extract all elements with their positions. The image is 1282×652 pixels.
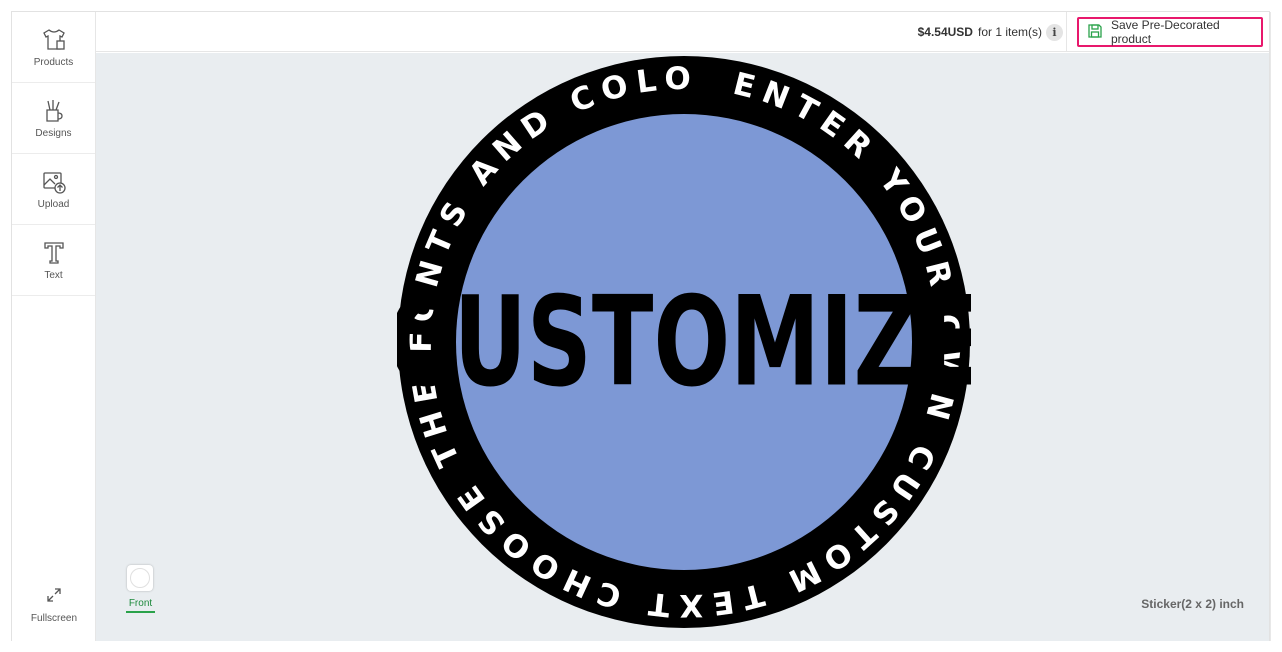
tshirt-icon: [41, 27, 67, 53]
front-view-tab[interactable]: Front: [126, 598, 155, 613]
save-button-label: Save Pre-Decorated product: [1111, 18, 1220, 46]
fullscreen-label: Fullscreen: [30, 613, 78, 624]
scrollbar[interactable]: [1270, 12, 1280, 641]
sidebar-item-upload[interactable]: Upload: [12, 154, 95, 225]
product-size-label: Sticker(2 x 2) inch: [1141, 597, 1244, 611]
info-icon[interactable]: i: [1046, 23, 1063, 41]
sidebar-item-label: Upload: [37, 198, 70, 210]
price-quantity: for 1 item(s): [977, 25, 1042, 39]
image-upload-icon: [41, 169, 67, 195]
mug-brushes-icon: [41, 98, 67, 124]
save-icon: [1087, 23, 1103, 42]
sidebar-item-label: Text: [44, 269, 63, 281]
price-summary: $4.54USD for 1 item(s) i: [918, 12, 1063, 52]
sidebar-item-text[interactable]: Text: [12, 225, 95, 296]
fullscreen-button[interactable]: Fullscreen: [12, 581, 96, 631]
front-view-thumbnail[interactable]: [127, 565, 153, 591]
sidebar-item-label: Products: [33, 56, 74, 68]
topbar-divider: [1066, 12, 1067, 52]
price-amount: $4.54USD: [917, 25, 973, 39]
sidebar: Products Designs Upload Text Fullscreen: [12, 12, 96, 641]
sidebar-item-label: Designs: [35, 127, 72, 139]
sidebar-item-designs[interactable]: Designs: [12, 83, 95, 154]
front-view-preview: [130, 568, 150, 588]
design-canvas: ENTER YOUR OWN CUSTOM TEXT CHOOSE THE FO…: [96, 53, 1269, 641]
expand-icon: [47, 588, 61, 607]
text-icon: [41, 240, 67, 266]
sticker-design[interactable]: ENTER YOUR OWN CUSTOM TEXT CHOOSE THE FO…: [397, 55, 971, 629]
center-text: CUSTOMIZE: [397, 269, 971, 414]
sidebar-item-products[interactable]: Products: [12, 12, 95, 83]
save-pre-decorated-button[interactable]: Save Pre-Decorated product: [1077, 17, 1263, 47]
